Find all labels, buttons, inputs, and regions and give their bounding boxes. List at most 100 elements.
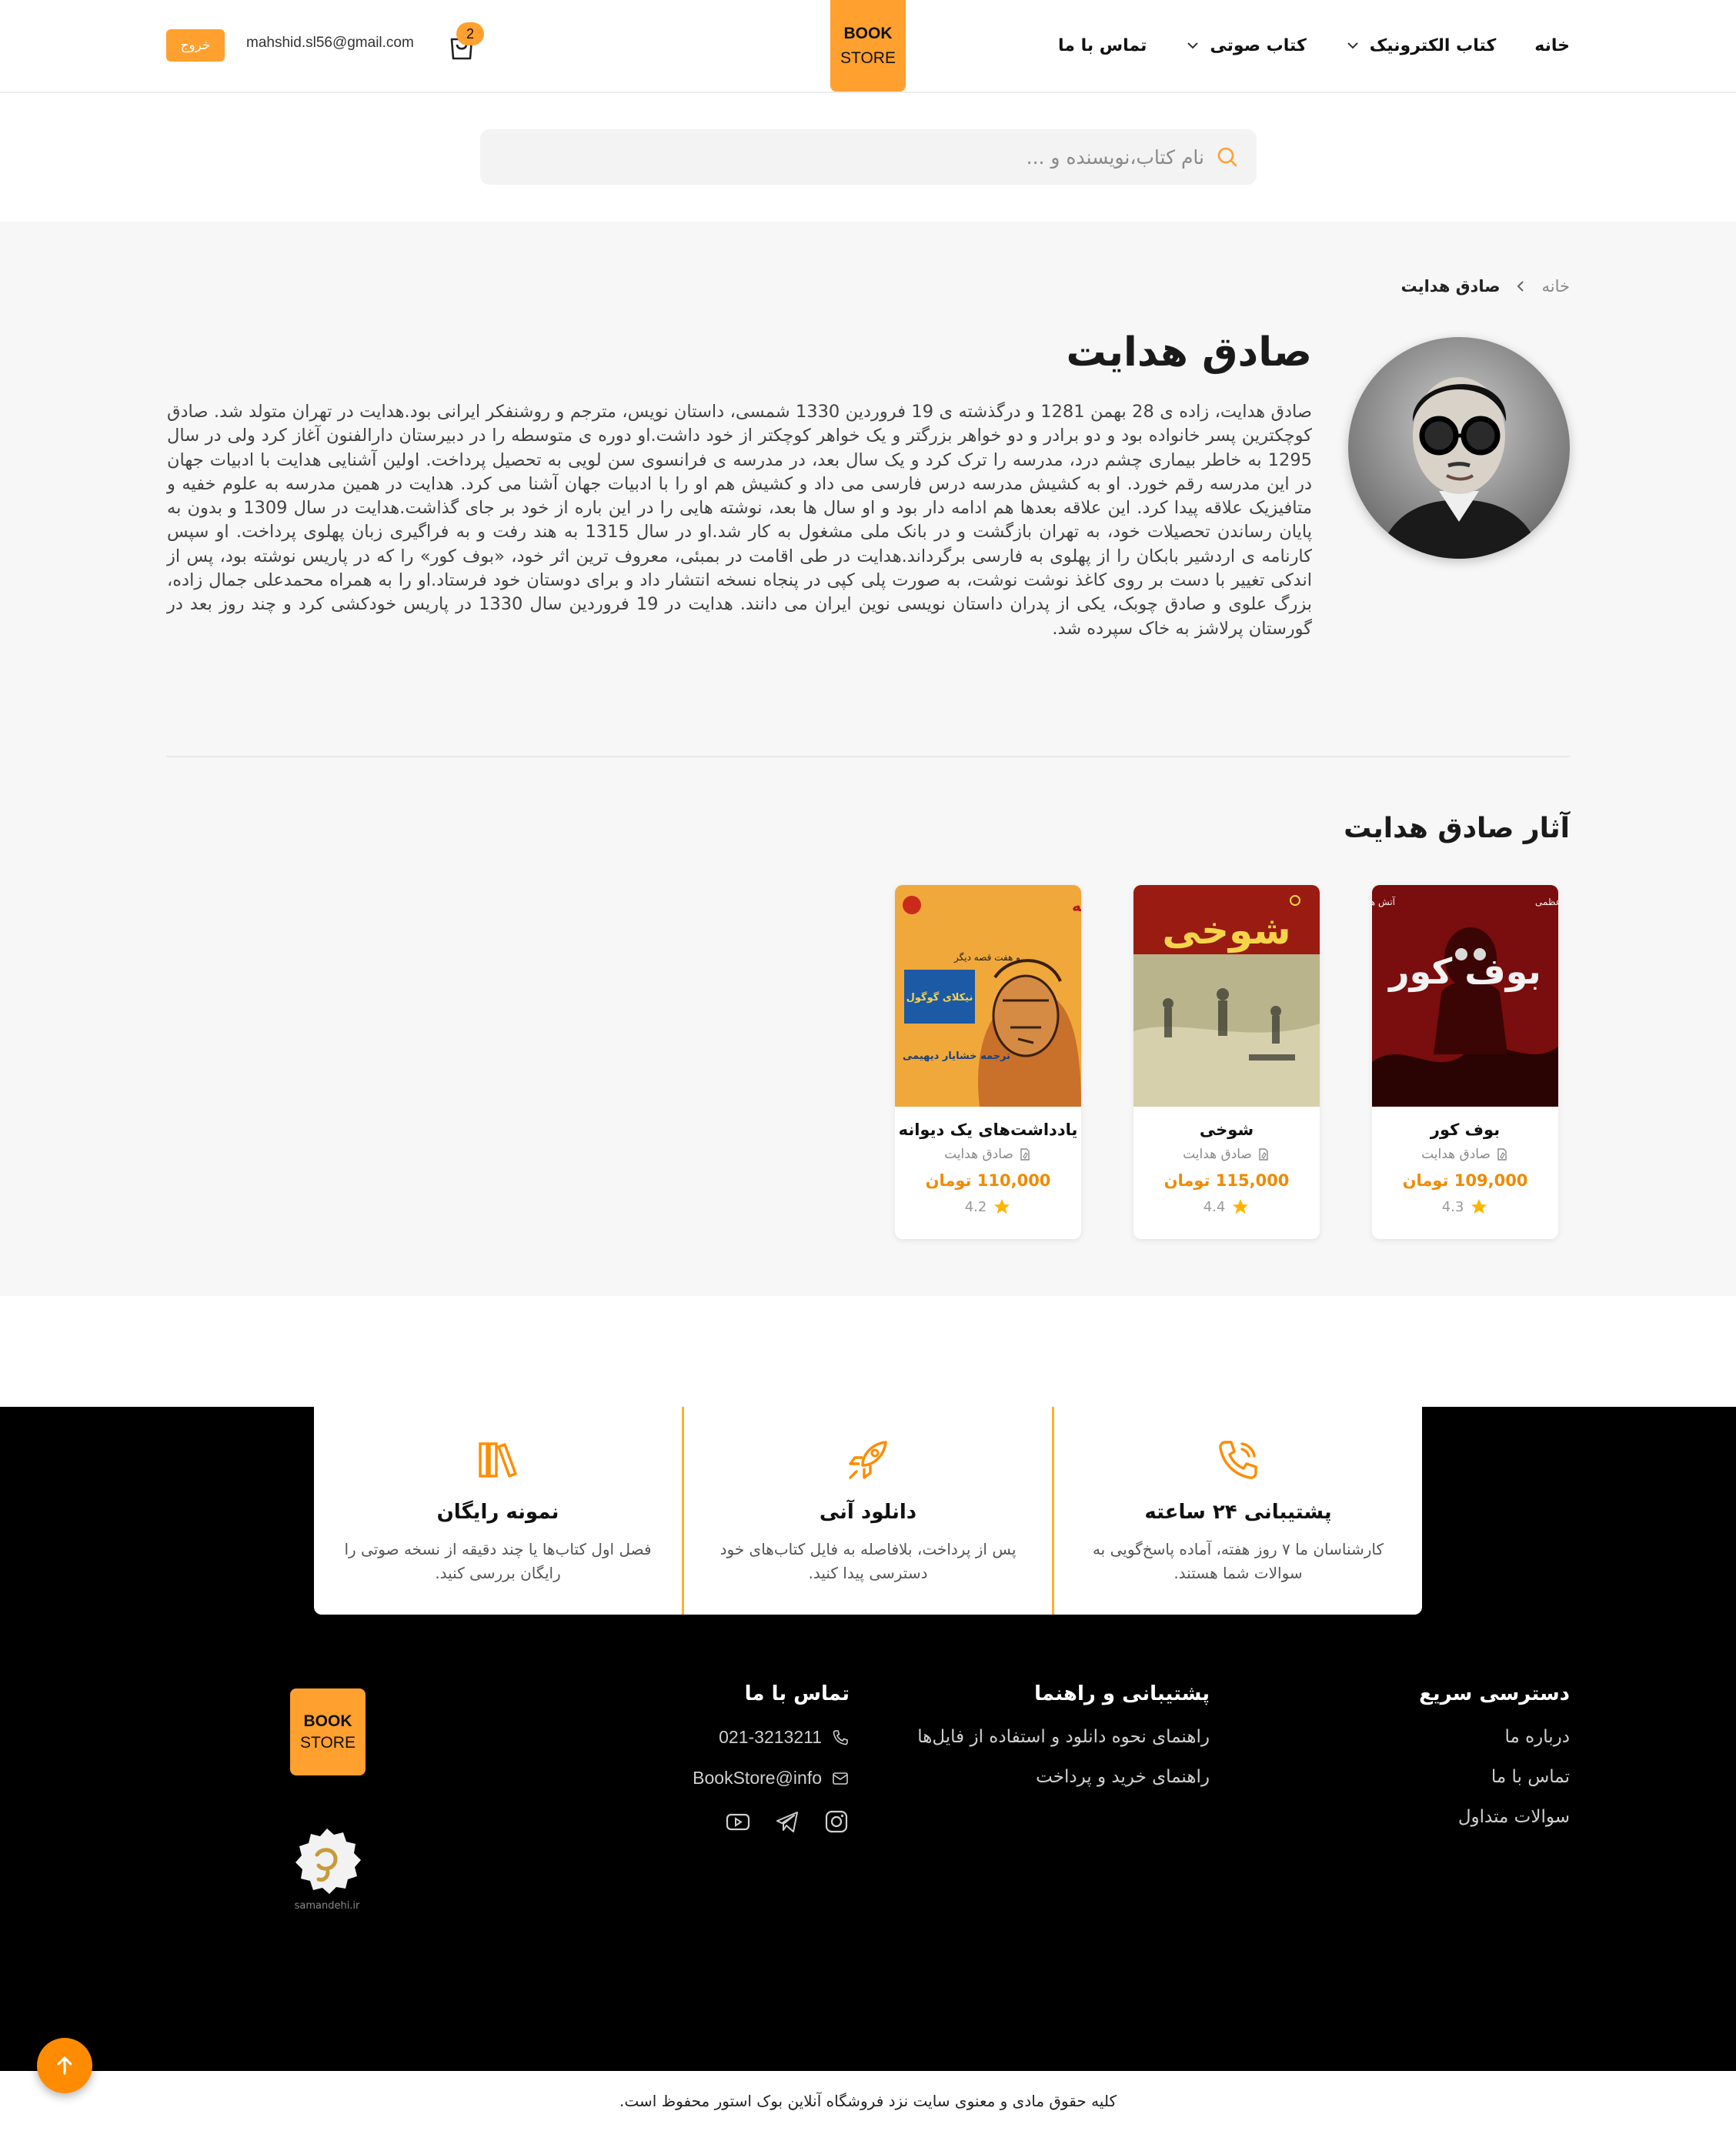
books-icon: [479, 1442, 517, 1478]
cover-title: شوخی: [1162, 908, 1290, 954]
writer-icon: [1259, 1148, 1268, 1161]
book-rating-value: 4.4: [1203, 1198, 1226, 1215]
feature-title: نمونه رایگان: [436, 1501, 559, 1524]
instagram-icon[interactable]: [823, 1809, 850, 1835]
scroll-top-button[interactable]: [37, 2038, 92, 2093]
social-links: [693, 1809, 850, 1835]
breadcrumb: خانه صادق هدایت: [1400, 277, 1570, 296]
chevron-down-icon: [1187, 42, 1199, 49]
arrow-up-icon: [57, 2056, 72, 2075]
book-rating: 4.4: [1133, 1197, 1320, 1216]
logout-button[interactable]: خروج: [166, 29, 225, 62]
book-card[interactable]: یادداشت‌های یک دیوانه و هفت قصه دیگر نیک…: [895, 885, 1081, 1239]
nav-audiobooks[interactable]: کتاب صوتی: [1185, 36, 1307, 55]
book-title: بوف کور: [1430, 1121, 1501, 1139]
writer-icon: [1497, 1148, 1507, 1161]
samandehi-badge[interactable]: samandehi.ir: [286, 1825, 368, 1924]
section-divider: [166, 756, 1570, 757]
rocket-icon: [849, 1441, 887, 1479]
star-icon: [1233, 1199, 1249, 1214]
nav-ebooks[interactable]: کتاب الکترونیک: [1345, 35, 1497, 55]
footer-link-download-guide[interactable]: راهنمای نحوه دانلود و استفاده از فایل‌ها: [917, 1727, 1210, 1747]
nav-contact[interactable]: تماس با ما: [1058, 36, 1147, 55]
footer-email[interactable]: BookStore@info: [693, 1768, 850, 1789]
main-nav: خانه کتاب الکترونیک کتاب صوتی تماس با ما: [1058, 0, 1570, 91]
author-name: صادق هدایت: [1066, 329, 1312, 376]
breadcrumb-current: صادق هدایت: [1400, 277, 1501, 296]
book-rating: 4.3: [1372, 1197, 1558, 1216]
footer-support-title: پشتیبانی و راهنما: [1034, 1682, 1210, 1705]
nav-ebooks-label: کتاب الکترونیک: [1369, 35, 1497, 55]
phone-icon: [833, 1729, 848, 1745]
phone-icon: [1219, 1441, 1257, 1479]
footer-logo-line1: BOOK: [303, 1712, 352, 1730]
cart-count-badge: 2: [456, 22, 484, 45]
book-price: 110,000 تومان: [925, 1171, 1051, 1190]
feature-download: دانلود آنی پس از پرداخت، بلافاصله به فای…: [684, 1407, 1054, 1615]
cover-title: بوف کور: [1387, 950, 1541, 992]
book-rating-value: 4.2: [964, 1198, 987, 1215]
nav-contact-label: تماس با ما: [1058, 35, 1147, 55]
works-title: آثار صادق هدایت: [1344, 813, 1570, 844]
footer-link-contact[interactable]: تماس با ما: [1419, 1767, 1570, 1787]
youtube-icon[interactable]: [725, 1809, 751, 1835]
author-bio: صادق هدایت، زاده ی 28 بهمن 1281 و درگذشت…: [167, 402, 1313, 639]
mail-icon: [833, 1772, 848, 1785]
book-price: 115,000 تومان: [1163, 1171, 1290, 1190]
nav-home-label: خانه: [1534, 35, 1570, 55]
footer-support: پشتیبانی و راهنما راهنمای نحوه دانلود و …: [917, 1682, 1210, 1807]
book-author-name: صادق هدایت: [1421, 1147, 1491, 1162]
book-author: صادق هدایت: [895, 1147, 1081, 1162]
book-card[interactable]: شوخی شوخی صادق هدایت 115,000 تومان 4.4: [1133, 885, 1320, 1239]
book-cover: یادداشت‌های یک دیوانه و هفت قصه دیگر نیک…: [895, 885, 1081, 1107]
telegram-icon[interactable]: [774, 1809, 800, 1835]
features-panel: پشتیبانی ۲۴ ساعته کارشناسان ما ۷ روز هفت…: [314, 1407, 1422, 1615]
cover-writer: نیکلای گوگول: [906, 991, 973, 1004]
copyright-bar: کلیه حقوق مادی و معنوی سایت نزد فروشگاه …: [0, 2071, 1736, 2131]
book-author: صادق هدایت: [1133, 1147, 1320, 1162]
breadcrumb-home[interactable]: خانه: [1542, 277, 1570, 296]
book-rating-value: 4.3: [1441, 1198, 1464, 1215]
feature-desc: کارشناسان ما ۷ روز هفته، آماده پاسخ‌گویی…: [1092, 1540, 1384, 1582]
footer-logo[interactable]: BOOK STORE: [290, 1688, 366, 1775]
footer-email-address: BookStore@info: [693, 1768, 822, 1788]
book-author-name: صادق هدایت: [1183, 1147, 1252, 1162]
search-input[interactable]: [589, 145, 1204, 169]
feature-desc: فصل اول کتاب‌ها یا چند دقیقه از نسخه صوت…: [344, 1540, 652, 1582]
star-icon: [1471, 1199, 1487, 1214]
book-title: یادداشت‌های یک دیوانه: [898, 1121, 1078, 1139]
search-icon[interactable]: [1215, 145, 1240, 169]
feature-sample: نمونه رایگان فصل اول کتاب‌ها یا چند دقیق…: [314, 1407, 684, 1615]
footer-link-purchase-guide[interactable]: راهنمای خرید و پرداخت: [917, 1767, 1210, 1787]
book-author-name: صادق هدایت: [944, 1147, 1013, 1162]
chevron-left-icon: [1517, 281, 1524, 292]
book-author: صادق هدایت: [1372, 1147, 1558, 1162]
footer-link-about[interactable]: درباره ما: [1419, 1727, 1570, 1747]
logo-line1: BOOK: [843, 24, 893, 42]
book-cover: شوخی: [1133, 885, 1320, 1107]
footer-phone[interactable]: 021-3213211: [693, 1727, 850, 1748]
feature-title: پشتیبانی ۲۴ ساعته: [1144, 1501, 1332, 1524]
cover-subtitle: و هفت قصه دیگر: [953, 952, 1020, 964]
user-email: mahshid.sl56@gmail.com: [246, 35, 414, 51]
footer-logo-line2: STORE: [300, 1733, 356, 1752]
nav-home[interactable]: خانه: [1534, 36, 1570, 55]
cover-translator: ترجمه خشایار دیهیمی: [903, 1050, 1010, 1062]
feature-desc: پس از پرداخت، بلافاصله به فایل کتاب‌های …: [719, 1540, 1017, 1582]
writer-icon: [1020, 1148, 1030, 1161]
footer-link-faq[interactable]: سوالات متداول: [1419, 1807, 1570, 1827]
site-logo[interactable]: BOOK STORE: [830, 0, 906, 92]
copyright-text: کلیه حقوق مادی و معنوی سایت نزد فروشگاه …: [619, 2092, 1117, 2110]
footer-quick-access-title: دسترسی سریع: [1419, 1682, 1570, 1705]
search-bar: [480, 129, 1257, 185]
book-rating: 4.2: [895, 1197, 1081, 1216]
book-card[interactable]: بوف کور آتش هدایت زهرا عظمی بوف کور صادق…: [1372, 885, 1558, 1239]
star-icon: [994, 1199, 1010, 1214]
cover-publisher: آتش هدایت: [1372, 896, 1396, 908]
feature-title: دانلود آنی: [819, 1501, 917, 1524]
book-cover: بوف کور آتش هدایت زهرا عظمی: [1372, 885, 1558, 1107]
samandehi-label: samandehi.ir: [295, 1900, 360, 1912]
book-title: شوخی: [1199, 1121, 1254, 1139]
footer-quick-access: دسترسی سریع درباره ما تماس با ما سوالات …: [1419, 1682, 1570, 1847]
footer-contact-title: تماس با ما: [744, 1682, 850, 1705]
